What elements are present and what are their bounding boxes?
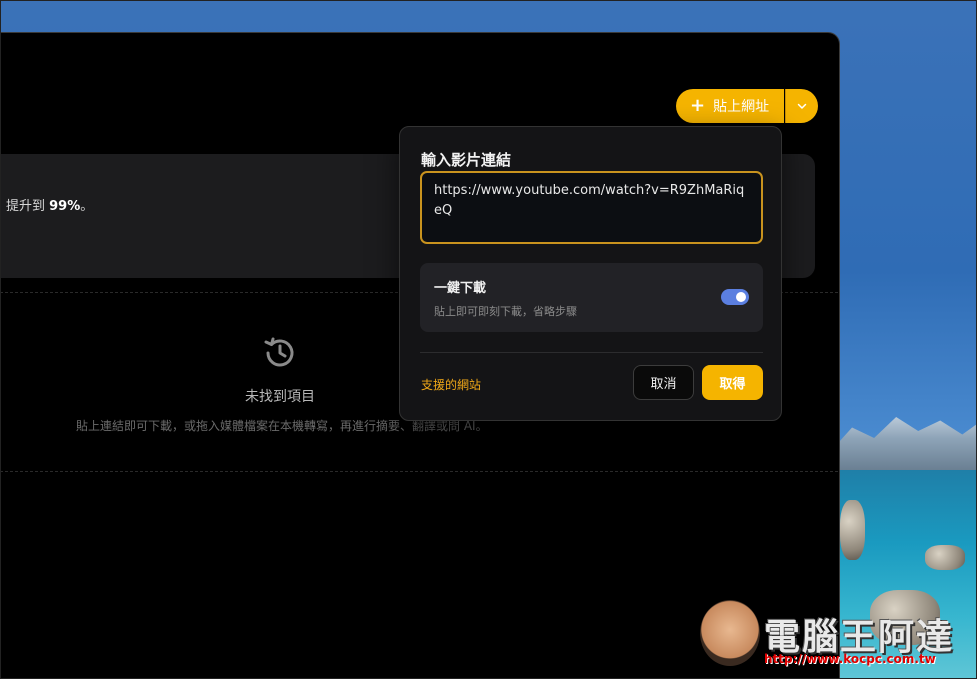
one-click-download-title: 一鍵下載 (434, 281, 487, 296)
history-icon (264, 337, 294, 367)
get-button[interactable]: 取得 (702, 365, 763, 400)
one-click-download-description: 貼上即可即刻下載，省略步驟 (434, 305, 577, 318)
one-click-download-card: 一鍵下載 貼上即可即刻下載，省略步驟 (420, 263, 763, 332)
paste-url-button[interactable]: + 貼上網址 (676, 89, 784, 123)
mascot-face-logo (700, 600, 760, 666)
wallpaper-rock (840, 500, 865, 560)
chevron-down-icon (797, 103, 807, 109)
desktop-wallpaper (830, 0, 977, 679)
supported-sites-link[interactable]: 支援的網站 (421, 376, 481, 393)
divider (420, 352, 763, 353)
paste-url-group: + 貼上網址 (676, 89, 818, 123)
popover-title: 輸入影片連結 (421, 151, 512, 169)
watermark-url: http://www.kocpc.com.tw (764, 652, 936, 666)
video-url-input[interactable]: https://www.youtube.com/watch?v=R9ZhMaRi… (420, 171, 763, 244)
plus-icon: + (690, 95, 706, 116)
paste-options-dropdown[interactable] (785, 89, 818, 123)
video-link-popover: 輸入影片連結 https://www.youtube.com/watch?v=R… (399, 126, 782, 421)
wallpaper-rock (925, 545, 965, 570)
one-click-download-toggle[interactable] (721, 289, 749, 305)
cancel-button[interactable]: 取消 (633, 365, 694, 400)
site-watermark: 電腦王阿達 http://www.kocpc.com.tw (700, 600, 970, 670)
paste-url-label: 貼上網址 (713, 99, 770, 115)
banner-text: 提升到 99%。 (6, 199, 94, 214)
toggle-knob (736, 292, 746, 302)
